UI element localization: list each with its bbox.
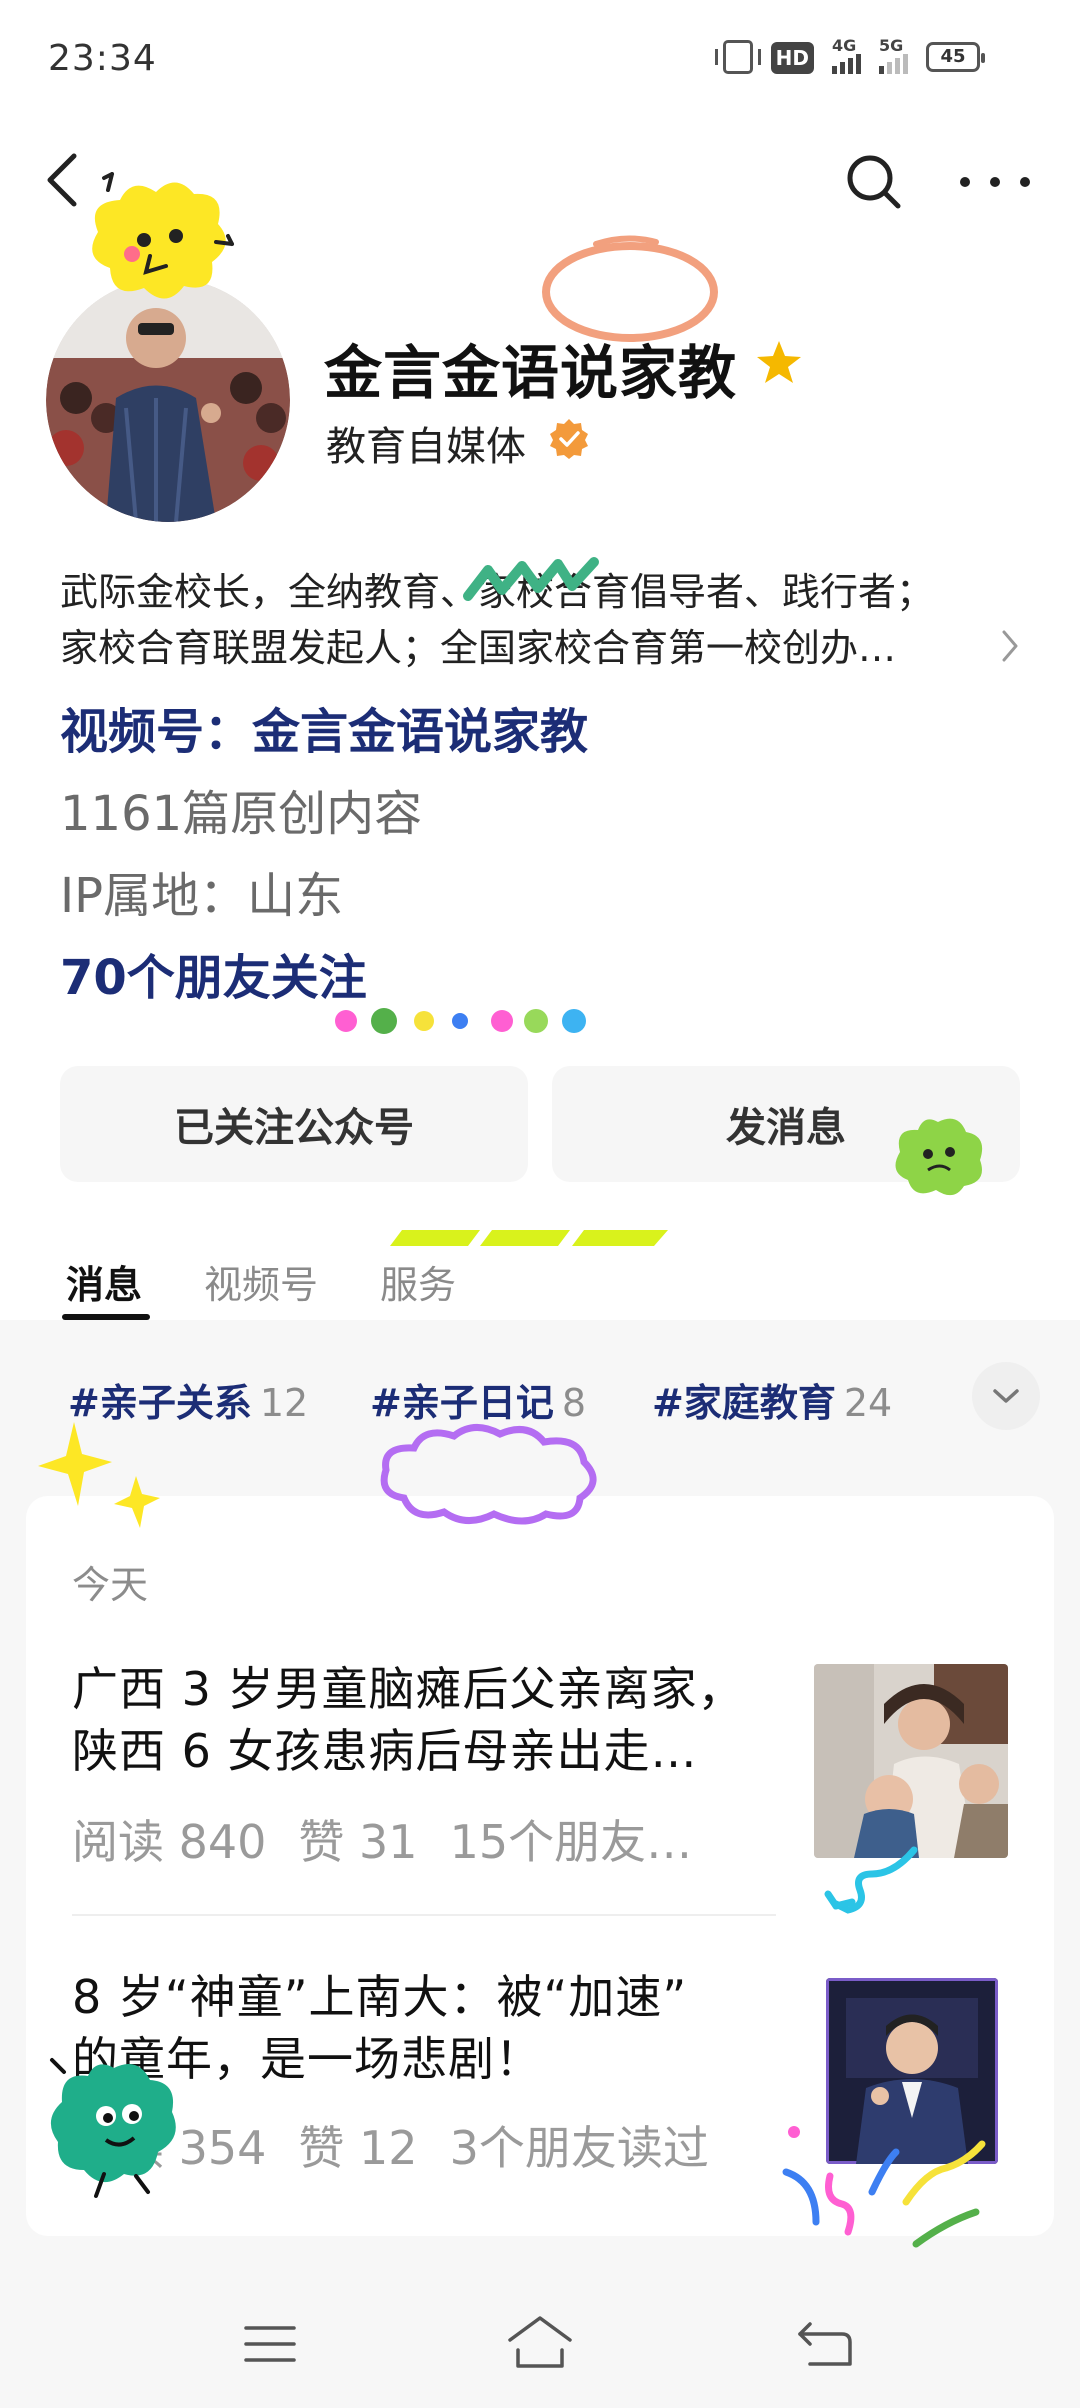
followed-account-button[interactable]: 已关注公众号 <box>60 1066 528 1182</box>
signal-4g-icon: 4G <box>832 36 861 74</box>
status-time: 23:34 <box>48 38 157 79</box>
friends-follow-link[interactable]: 70个朋友关注 <box>60 938 367 1008</box>
search-icon[interactable] <box>842 150 906 214</box>
purple-cloud-doodle <box>380 1424 597 1525</box>
article-title[interactable]: 广西 3 岁男童脑瘫后父亲离家， 陕西 6 女孩患病后母亲出走… <box>72 1658 792 1782</box>
yellow-flower-sticker <box>92 172 234 299</box>
friends-read: 15个朋友… <box>449 1815 693 1869</box>
original-content-count: 1161篇原创内容 <box>60 786 423 842</box>
tag-count: 12 <box>259 1381 309 1425</box>
official-account-profile-page: 23:34 HD 4G 5G 45 金言金语说家教 教育自媒体 武际金校长，全纳… <box>0 0 1080 2408</box>
menu-icon[interactable] <box>244 2324 296 2364</box>
status-icons: HD 4G 5G 45 <box>714 36 985 74</box>
back-gesture-icon[interactable] <box>796 2316 854 2368</box>
confetti-doodle <box>782 2126 986 2248</box>
tab-messages[interactable]: 消息 <box>66 1254 142 1309</box>
video-account-link[interactable]: 视频号：金言金语说家教 <box>60 692 588 762</box>
more-icon[interactable] <box>960 172 1030 192</box>
lime-stripe-doodle <box>390 1230 668 1246</box>
hd-label: HD <box>770 42 814 74</box>
bio-line: 家校合育联盟发起人；全国家校合育第一校创办… <box>60 626 897 670</box>
friends-read: 3个朋友读过 <box>449 2121 709 2175</box>
article-thumbnail[interactable] <box>814 1664 1008 1858</box>
like-count: 赞 12 <box>298 2121 418 2175</box>
battery-icon: 45 <box>926 42 985 72</box>
read-count: 阅读 840 <box>72 1815 267 1869</box>
account-type: 教育自媒体 <box>326 424 526 470</box>
article-title-line: 8 岁“神童”上南大：被“加速” <box>72 1970 688 2024</box>
signal-4g-label: 4G <box>832 36 857 55</box>
tag-name: #亲子关系 <box>68 1381 252 1425</box>
expand-tags-button[interactable] <box>972 1362 1040 1430</box>
tab-channels[interactable]: 视频号 <box>204 1254 318 1309</box>
vibrate-icon <box>714 40 761 74</box>
like-count: 赞 31 <box>298 1815 418 1869</box>
cyan-arrow-doodle <box>824 1846 918 1914</box>
verified-badge-icon <box>550 419 588 459</box>
hd-icon: HD <box>770 40 814 74</box>
green-monster-sticker <box>50 2058 176 2198</box>
article-title-line: 陕西 6 女孩患病后母亲出走… <box>72 1724 698 1778</box>
tag-count: 24 <box>843 1381 893 1425</box>
battery-level: 45 <box>940 46 966 67</box>
home-icon[interactable] <box>504 2312 576 2372</box>
date-section-label: 今天 <box>72 1563 149 1607</box>
chevron-right-icon[interactable] <box>998 626 1022 666</box>
article-divider <box>72 1914 776 1916</box>
green-monster-sticker <box>895 1118 983 1196</box>
tag-parent-child-relationship[interactable]: #亲子关系 12 <box>68 1372 308 1427</box>
avatar[interactable] <box>46 278 290 522</box>
colored-dots-doodle <box>335 1008 586 1034</box>
article-title-line: 广西 3 岁男童脑瘫后父亲离家， <box>72 1662 745 1716</box>
yellow-stars-sticker <box>38 1422 160 1528</box>
green-scribble-doodle <box>463 557 599 601</box>
status-bar: 23:34 HD 4G 5G 45 <box>0 0 1080 120</box>
signal-5g-icon: 5G <box>879 36 908 74</box>
tab-bar: 消息 视频号 服务 <box>0 1240 1080 1320</box>
tag-family-education[interactable]: #家庭教育 24 <box>652 1372 892 1427</box>
ip-location: IP属地：山东 <box>60 868 344 924</box>
article-meta: 阅读 840 赞 31 15个朋友… <box>72 1806 762 1872</box>
signal-5g-label: 5G <box>879 36 904 55</box>
star-icon <box>757 341 801 383</box>
tag-name: #家庭教育 <box>652 1381 836 1425</box>
tab-services[interactable]: 服务 <box>380 1254 456 1309</box>
chevron-down-icon <box>993 1389 1019 1403</box>
orange-circle-doodle <box>542 235 718 342</box>
